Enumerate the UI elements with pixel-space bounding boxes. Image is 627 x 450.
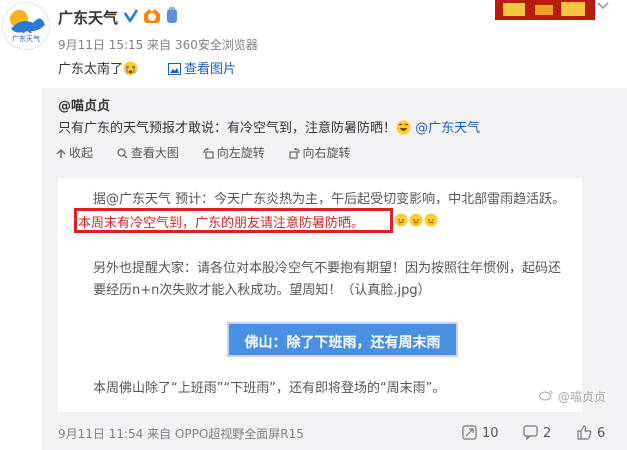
repost-text: 只有广东的天气预报才敢说：有冷空气到，注意防暑防晒！ @广东天气 — [58, 117, 480, 136]
image-para1-mention: @广东天气 — [106, 192, 172, 207]
rotate-right-icon — [288, 147, 300, 159]
laughing-face-icon — [396, 120, 411, 135]
repost-count-button[interactable]: 10 — [462, 425, 499, 441]
like-count-button[interactable]: 6 — [577, 425, 605, 441]
repost-meta: 9月11日 11:54 来自 OPPO超视野全面屏R15 — [58, 427, 304, 441]
card-decoration-icon — [495, 0, 595, 20]
image-para2-line2: 要经历n+n次失败才能入秋成功。望周知！（认真脸.jpg） — [93, 283, 431, 298]
image-para2-line1: 另外也提醒大家：请各位对本股冷空气不要抱有期望！因为按照往年惯例，起码还 — [93, 261, 562, 276]
repost-count: 10 — [482, 426, 499, 441]
post-text: 广东太南了 — [58, 58, 138, 77]
magnifier-icon — [117, 148, 128, 159]
picture-icon — [168, 63, 181, 75]
comment-count: 2 — [543, 426, 552, 441]
comment-icon — [523, 425, 538, 441]
comment-count-button[interactable]: 2 — [523, 425, 551, 441]
member-badge-icon — [144, 9, 160, 23]
collapse-button[interactable]: 收起 — [56, 144, 93, 161]
image-paragraph-3: 本周佛山除了“上班雨”“下班雨”，还有即将登场的“周末雨”。 — [93, 381, 446, 396]
medal-badge-icon — [167, 7, 177, 23]
sweat-face-icons — [394, 213, 438, 227]
repost-image[interactable]: 据@广东天气 预计：今天广东炎热为主，午后起受切变影响，中北部雷雨趋活跃。 本周… — [58, 178, 582, 412]
repost-author[interactable]: @喵贞贞 — [58, 95, 110, 114]
weibo-logo-icon — [539, 390, 553, 401]
rotate-right-button[interactable]: 向右旋转 — [288, 144, 351, 161]
rotate-left-button[interactable]: 向左旋转 — [203, 144, 265, 161]
collapse-icon — [56, 149, 66, 158]
view-pictures-link[interactable]: 查看图片 — [168, 58, 236, 77]
collapse-label: 收起 — [69, 146, 94, 160]
repost-text-content: 只有广东的天气预报才敢说：有冷空气到，注意防暑防晒！ — [58, 121, 397, 136]
image-watermark: @喵贞贞 — [539, 388, 606, 405]
chevron-down-icon[interactable] — [596, 0, 610, 12]
image-paragraph-1: 据@广东天气 预计：今天广东炎热为主，午后起受切变影响，中北部雷雨趋活跃。 — [93, 188, 565, 207]
image-para1-prefix: 据 — [93, 192, 107, 207]
view-pictures-label: 查看图片 — [184, 62, 237, 77]
repost-card: @喵贞贞 只有广东的天气预报才敢说：有冷空气到，注意防暑防晒！ @广东天气 收起… — [41, 88, 627, 450]
rotate-left-icon — [203, 147, 214, 159]
username[interactable]: 广东天气 — [58, 7, 118, 28]
crying-face-icon — [123, 61, 138, 76]
watermark-text: @喵贞贞 — [557, 390, 606, 404]
post-text-content: 广东太南了 — [58, 62, 124, 77]
verified-icon — [123, 9, 139, 23]
rotate-right-label: 向右旋转 — [302, 146, 351, 160]
post-meta: 9月11日 15:15 来自 360安全浏览器 — [58, 38, 258, 52]
avatar[interactable]: 广东天气 — [2, 2, 50, 50]
like-count: 6 — [597, 426, 606, 441]
image-paragraph-2: 另外也提醒大家：请各位对本股冷空气不要抱有期望！因为按照往年惯例，起码还 要经历… — [93, 258, 561, 302]
image-banner-text: 佛山：除了下班雨，还有周末雨 — [244, 335, 441, 351]
highlight-text: 本周末有冷空气到，广东的朋友请注意防暑防晒。 — [78, 216, 365, 231]
image-toolbar: 收起 查看大图 向左旋转 向右旋转 — [56, 144, 371, 161]
image-banner: 佛山：除了下班雨，还有周末雨 — [227, 322, 458, 357]
view-large-label: 查看大图 — [130, 146, 179, 160]
mention-link[interactable]: @广东天气 — [415, 121, 480, 136]
image-para1-rest: 预计：今天广东炎热为主，午后起受切变影响，中北部雷雨趋活跃。 — [171, 192, 566, 207]
share-icon — [462, 425, 477, 440]
thumbs-up-icon — [577, 425, 592, 440]
post-header: 广东天气 广东天气 9月11日 15:15 来自 360安全浏览器 广东太南了 … — [0, 0, 627, 90]
view-large-button[interactable]: 查看大图 — [117, 144, 179, 161]
rotate-left-label: 向左旋转 — [216, 146, 265, 160]
avatar-caption: 广东天气 — [12, 35, 40, 43]
